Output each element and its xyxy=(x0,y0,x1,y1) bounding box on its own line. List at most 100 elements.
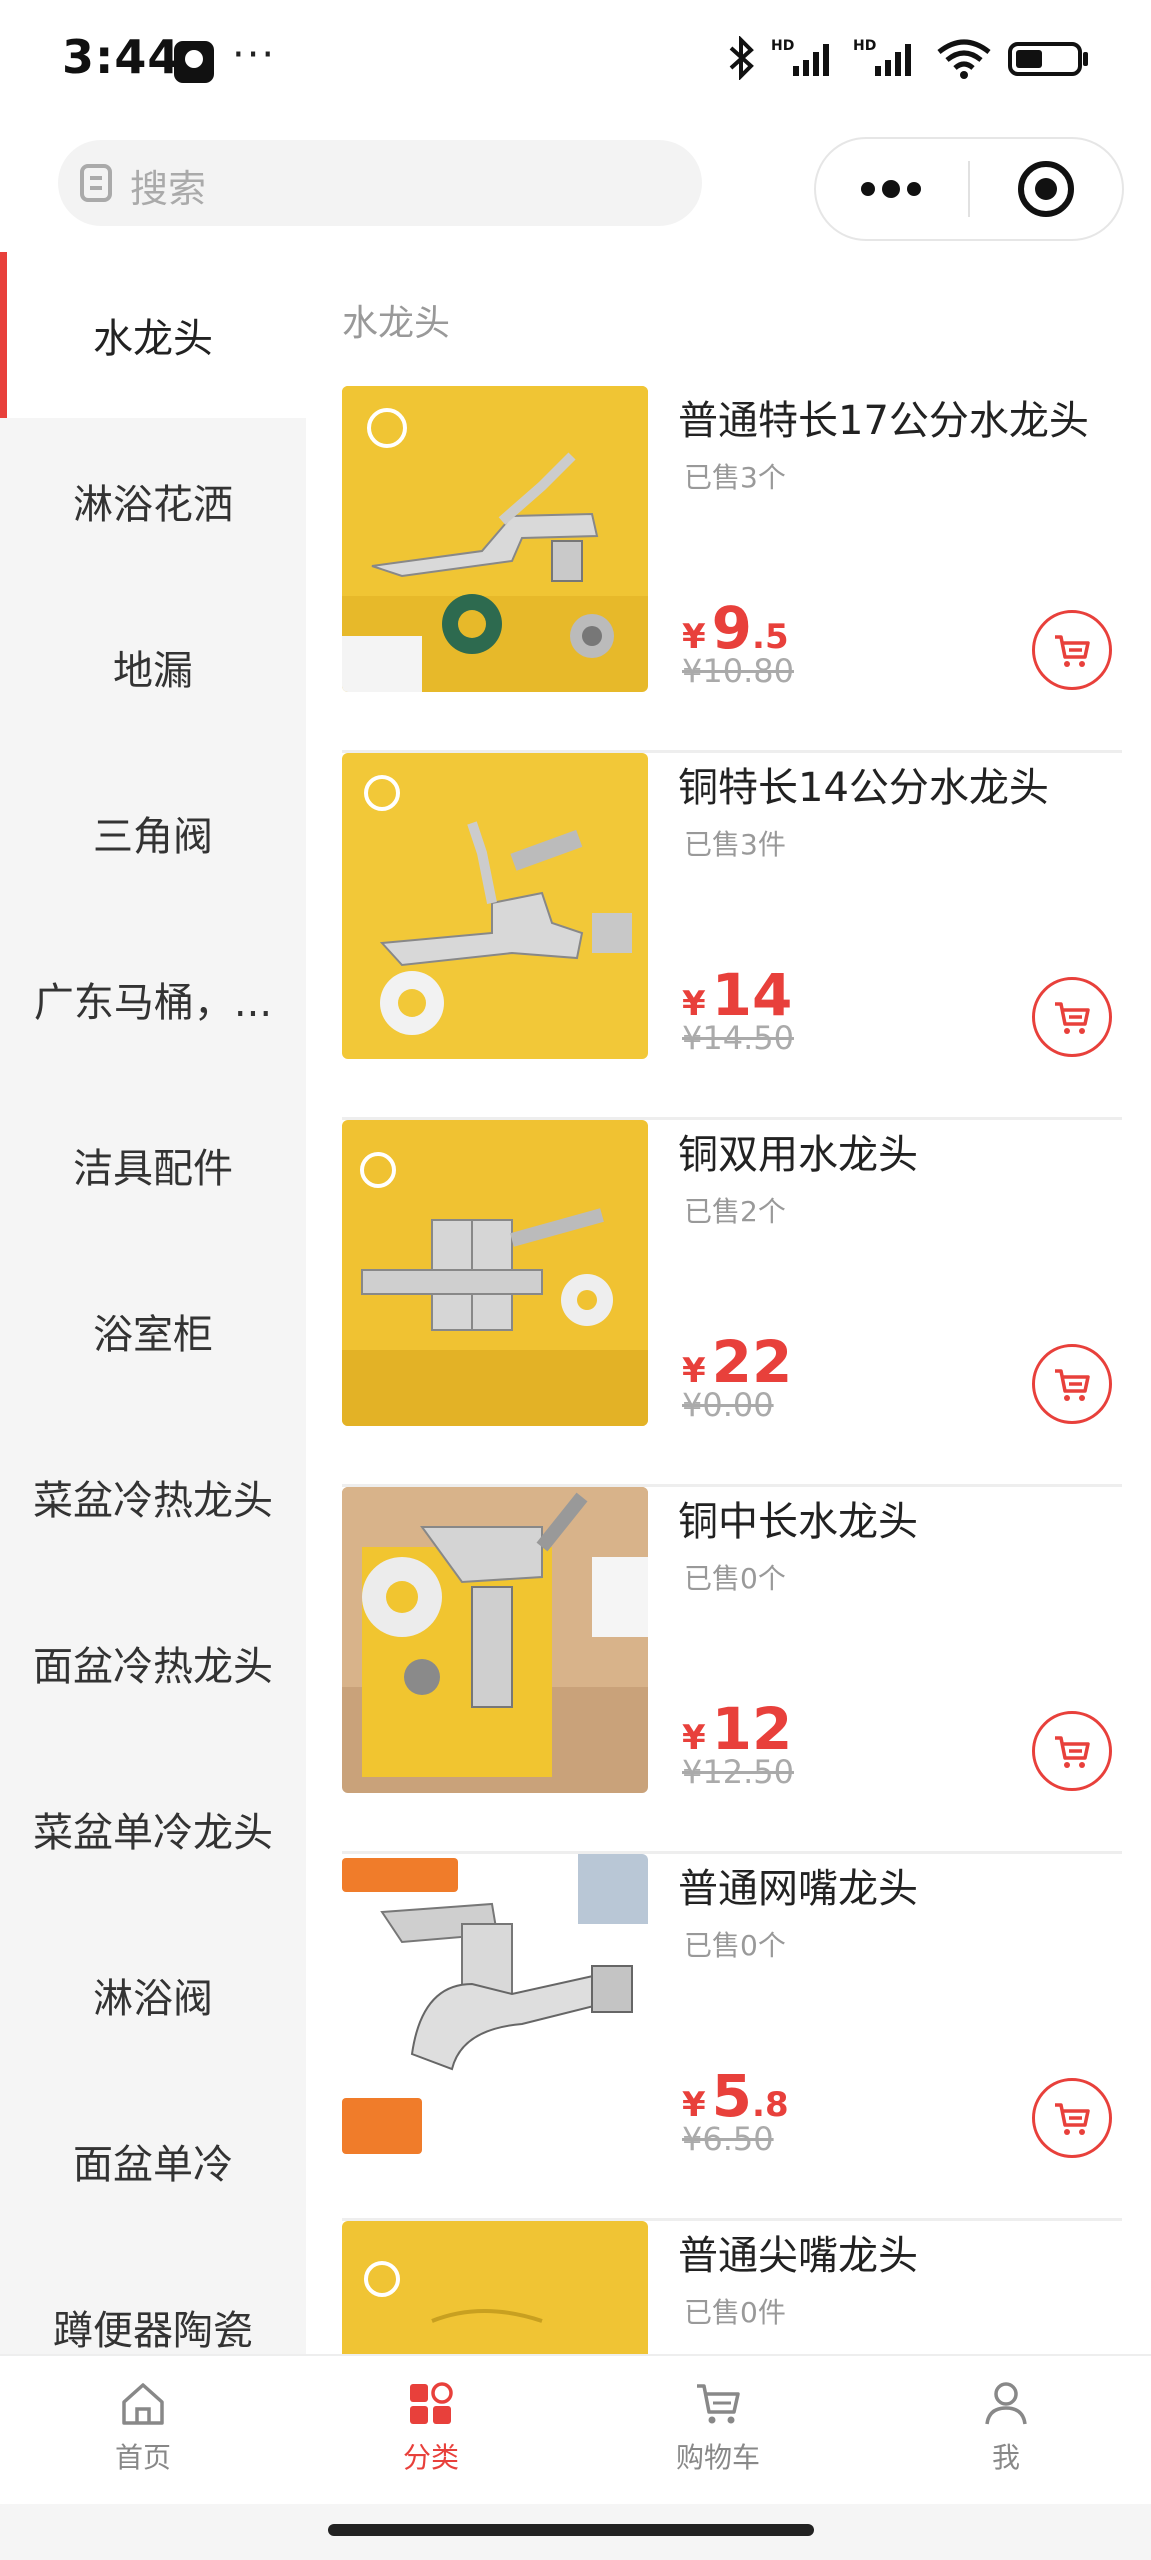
sidebar-item-label: 淋浴花洒 xyxy=(73,482,233,528)
original-price: ¥0.00 xyxy=(682,1386,774,1424)
product-name: 普通特长17公分水龙头 xyxy=(678,398,1089,444)
sidebar-item-shower-valve[interactable]: 淋浴阀 xyxy=(0,1912,306,2078)
home-indicator-area xyxy=(0,2504,1151,2560)
search-placeholder: 搜索 xyxy=(130,167,207,211)
sidebar-item-label: 三角阀 xyxy=(93,814,213,860)
cart-icon xyxy=(697,2384,740,2424)
currency-symbol: ¥ xyxy=(682,1351,706,1391)
product-sold-count: 已售0个 xyxy=(684,1562,786,1595)
product-image[interactable] xyxy=(342,386,648,692)
bluetooth-icon xyxy=(729,36,754,80)
sidebar-item-squat-toilet[interactable]: 蹲便器陶瓷 xyxy=(0,2244,306,2354)
original-price: ¥10.80 xyxy=(682,652,794,690)
capsule-divider xyxy=(968,161,970,217)
svg-text:HD: HD xyxy=(771,38,794,54)
sidebar-item-bathroom-cabinet[interactable]: 浴室柜 xyxy=(0,1248,306,1414)
add-to-cart-button[interactable] xyxy=(1032,1344,1112,1424)
currency-symbol: ¥ xyxy=(682,1718,706,1758)
price-decimal: .5 xyxy=(752,617,789,657)
bottom-tab-bar: 首页 分类 购物车 我 xyxy=(0,2354,1151,2506)
sidebar-item-floor-drain[interactable]: 地漏 xyxy=(0,584,306,750)
product-sold-count: 已售0个 xyxy=(684,1929,786,1962)
cart-icon xyxy=(1055,1736,1090,1768)
product-name: 铜双用水龙头 xyxy=(678,1132,918,1178)
product-image[interactable] xyxy=(342,2221,648,2354)
sidebar-item-shower[interactable]: 淋浴花洒 xyxy=(0,418,306,584)
add-to-cart-button[interactable] xyxy=(1032,2078,1112,2158)
tab-label: 购物车 xyxy=(675,2441,760,2474)
tab-label: 分类 xyxy=(402,2441,459,2474)
sidebar-item-basin-hot-cold[interactable]: 面盆冷热龙头 xyxy=(0,1580,306,1746)
price-decimal: .8 xyxy=(752,2085,789,2125)
product-image[interactable] xyxy=(342,1120,648,1426)
tab-me[interactable]: 我 xyxy=(916,2378,1096,2488)
status-indicators: HD HD xyxy=(727,36,1091,80)
product-sold-count: 已售3件 xyxy=(684,828,786,861)
add-to-cart-button[interactable] xyxy=(1032,977,1112,1057)
sidebar-item-toilet[interactable]: 广东马桶，... xyxy=(0,916,306,1082)
cart-icon xyxy=(1055,635,1090,667)
sidebar-item-label: 面盆单冷 xyxy=(73,2142,233,2188)
product-card[interactable]: 普通尖嘴龙头 已售0件 xyxy=(342,2221,1122,2354)
cart-icon xyxy=(1055,1002,1090,1034)
signal-hd-icon: HD xyxy=(771,38,829,76)
currency-symbol: ¥ xyxy=(682,617,706,657)
wifi-icon xyxy=(937,39,991,79)
status-time: 3:44 xyxy=(62,30,181,84)
sidebar-item-sink-cold[interactable]: 菜盆单冷龙头 xyxy=(0,1746,306,1912)
sidebar-item-label: 广东马桶，... xyxy=(33,980,273,1026)
sidebar-item-faucet[interactable]: 水龙头 xyxy=(0,252,306,418)
product-card[interactable]: 普通特长17公分水龙头 已售3个 ¥9.5 ¥10.80 xyxy=(342,386,1122,753)
product-image[interactable] xyxy=(342,1487,648,1793)
signal-hd-icon-2: HD xyxy=(853,38,911,76)
status-bar: 3:44 ··· HD HD xyxy=(0,0,1151,130)
product-sold-count: 已售2个 xyxy=(684,1195,786,1228)
sidebar-item-label: 菜盆单冷龙头 xyxy=(33,1810,273,1856)
more-notifications-icon: ··· xyxy=(232,32,277,78)
product-name: 普通尖嘴龙头 xyxy=(678,2233,918,2279)
app-notification-icon xyxy=(174,41,214,83)
sidebar-item-label: 淋浴阀 xyxy=(93,1976,213,2022)
product-sold-count: 已售3个 xyxy=(684,461,786,494)
original-price: ¥12.50 xyxy=(682,1753,794,1791)
sidebar-item-label: 蹲便器陶瓷 xyxy=(53,2308,253,2354)
product-sold-count: 已售0件 xyxy=(684,2296,786,2329)
tab-label: 我 xyxy=(991,2441,1020,2474)
currency-symbol: ¥ xyxy=(682,984,706,1024)
search-input[interactable]: 搜索 xyxy=(58,140,702,226)
sidebar-item-label: 洁具配件 xyxy=(73,1146,233,1192)
sidebar-item-sink-hot-cold[interactable]: 菜盆冷热龙头 xyxy=(0,1414,306,1580)
sidebar-item-label: 地漏 xyxy=(113,648,193,694)
sidebar-item-label: 浴室柜 xyxy=(93,1312,213,1358)
sidebar-item-sanitary-parts[interactable]: 洁具配件 xyxy=(0,1082,306,1248)
user-icon xyxy=(985,2382,1027,2425)
product-card[interactable]: 铜双用水龙头 已售2个 ¥22 ¥0.00 xyxy=(342,1120,1122,1487)
close-miniprogram-icon[interactable] xyxy=(1016,159,1076,219)
product-card[interactable]: 铜中长水龙头 已售0个 ¥12 ¥12.50 xyxy=(342,1487,1122,1854)
add-to-cart-button[interactable] xyxy=(1032,610,1112,690)
original-price: ¥14.50 xyxy=(682,1019,794,1057)
category-title: 水龙头 xyxy=(342,303,451,344)
product-card[interactable]: 铜特长14公分水龙头 已售3件 ¥14 ¥14.50 xyxy=(342,753,1122,1120)
sidebar-item-basin-cold[interactable]: 面盆单冷 xyxy=(0,2078,306,2244)
more-options-icon[interactable] xyxy=(856,174,926,204)
product-image[interactable] xyxy=(342,1854,648,2160)
sidebar-item-angle-valve[interactable]: 三角阀 xyxy=(0,750,306,916)
sidebar-item-label: 菜盆冷热龙头 xyxy=(33,1478,273,1524)
search-icon xyxy=(80,164,112,202)
product-card[interactable]: 普通网嘴龙头 已售0个 ¥5.8 ¥6.50 xyxy=(342,1854,1122,2221)
tab-category[interactable]: 分类 xyxy=(341,2378,521,2488)
home-indicator[interactable] xyxy=(328,2524,814,2536)
sidebar-item-label: 水龙头 xyxy=(93,316,213,362)
tab-label: 首页 xyxy=(114,2441,171,2474)
product-panel: 水龙头 普通特长17公分水龙头 已售3个 ¥9.5 ¥10.80 铜特长14公分… xyxy=(306,252,1151,2354)
add-to-cart-button[interactable] xyxy=(1032,1711,1112,1791)
category-sidebar: 水龙头 淋浴花洒 地漏 三角阀 广东马桶，... 洁具配件 浴室柜 菜盆冷热龙头… xyxy=(0,252,306,2354)
mini-program-capsule xyxy=(814,137,1124,241)
tab-home[interactable]: 首页 xyxy=(53,2378,233,2488)
tab-cart[interactable]: 购物车 xyxy=(628,2378,808,2488)
product-list: 普通特长17公分水龙头 已售3个 ¥9.5 ¥10.80 铜特长14公分水龙头 … xyxy=(342,386,1122,2354)
home-icon xyxy=(122,2383,164,2425)
svg-text:HD: HD xyxy=(853,38,876,54)
product-image[interactable] xyxy=(342,753,648,1059)
